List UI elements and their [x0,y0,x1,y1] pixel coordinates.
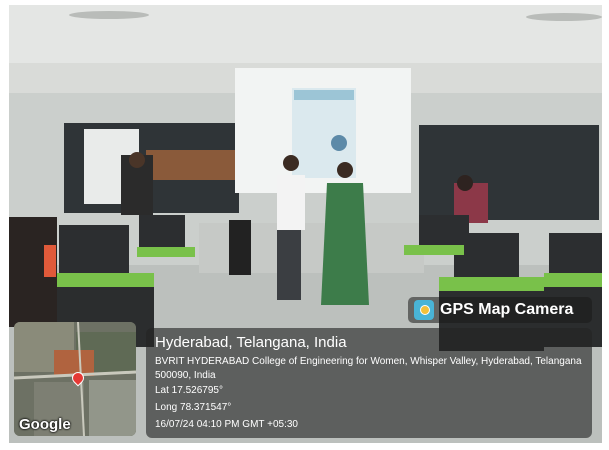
gps-map-camera-badge: GPS Map Camera [408,297,592,323]
longitude: Long 78.371547° [155,402,232,413]
desk [137,247,195,257]
ceiling-fan [526,13,602,21]
map-thumbnail: Google [14,322,136,436]
bottle [44,245,56,277]
desk [404,245,464,255]
window-right [419,125,599,220]
person [277,175,305,230]
location-title: Hyderabad, Telangana, India [155,334,347,351]
desk [544,273,602,287]
monitor [454,233,519,278]
timestamp: 16/07/24 04:10 PM GMT +05:30 [155,419,298,430]
latitude: Lat 17.526795° [155,385,223,396]
gps-map-camera-logo-icon [414,300,434,320]
wooden-panel [146,150,236,180]
monitor [139,215,185,250]
monitor [549,233,602,273]
gps-badge-title: GPS Map Camera [440,301,574,318]
monitor [59,225,129,275]
person [321,183,369,305]
desk [49,273,154,287]
location-address: BVRIT HYDERABAD College of Engineering f… [155,356,582,381]
ceiling-fan [69,11,149,19]
classroom-photo: GPS Map Camera Google Hyderabad, Telanga… [9,5,602,443]
desk [439,277,544,291]
google-attribution: Google [19,416,71,433]
